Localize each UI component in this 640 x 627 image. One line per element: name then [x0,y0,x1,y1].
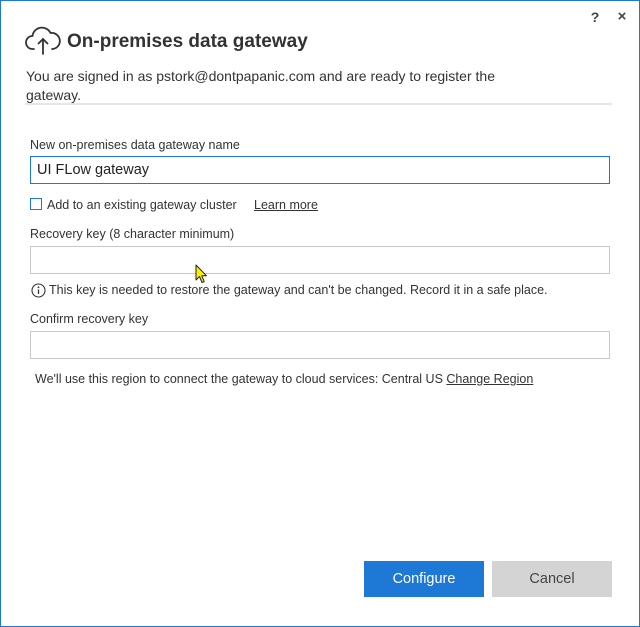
recovery-key-input[interactable] [30,246,610,274]
mouse-pointer-icon [195,264,207,283]
dialog-title: On-premises data gateway [67,31,308,52]
region-text: We'll use this region to connect the gat… [35,372,443,386]
header-divider [25,103,612,105]
close-button[interactable]: × [613,7,631,27]
info-icon [31,283,46,298]
change-region-link[interactable]: Change Region [446,372,533,386]
gateway-name-input[interactable] [30,156,610,184]
signed-in-message: You are signed in as pstork@dontpapanic.… [26,68,495,103]
cancel-button[interactable]: Cancel [492,561,612,597]
confirm-key-input[interactable] [30,331,610,359]
add-to-cluster-checkbox[interactable] [30,198,42,210]
gateway-name-label: New on-premises data gateway name [30,138,240,152]
recovery-key-info-text: This key is needed to restore the gatewa… [49,283,548,297]
confirm-key-label: Confirm recovery key [30,312,149,326]
learn-more-link[interactable]: Learn more [254,198,318,212]
help-button[interactable]: ? [586,7,604,27]
region-info: We'll use this region to connect the gat… [35,372,533,386]
add-to-cluster-label[interactable]: Add to an existing gateway cluster [47,198,237,212]
configure-button[interactable]: Configure [364,561,484,597]
cloud-upload-icon [25,26,61,55]
recovery-key-label: Recovery key (8 character minimum) [30,227,235,241]
gateway-dialog: ? × On-premises data gateway You are sig… [0,0,640,627]
